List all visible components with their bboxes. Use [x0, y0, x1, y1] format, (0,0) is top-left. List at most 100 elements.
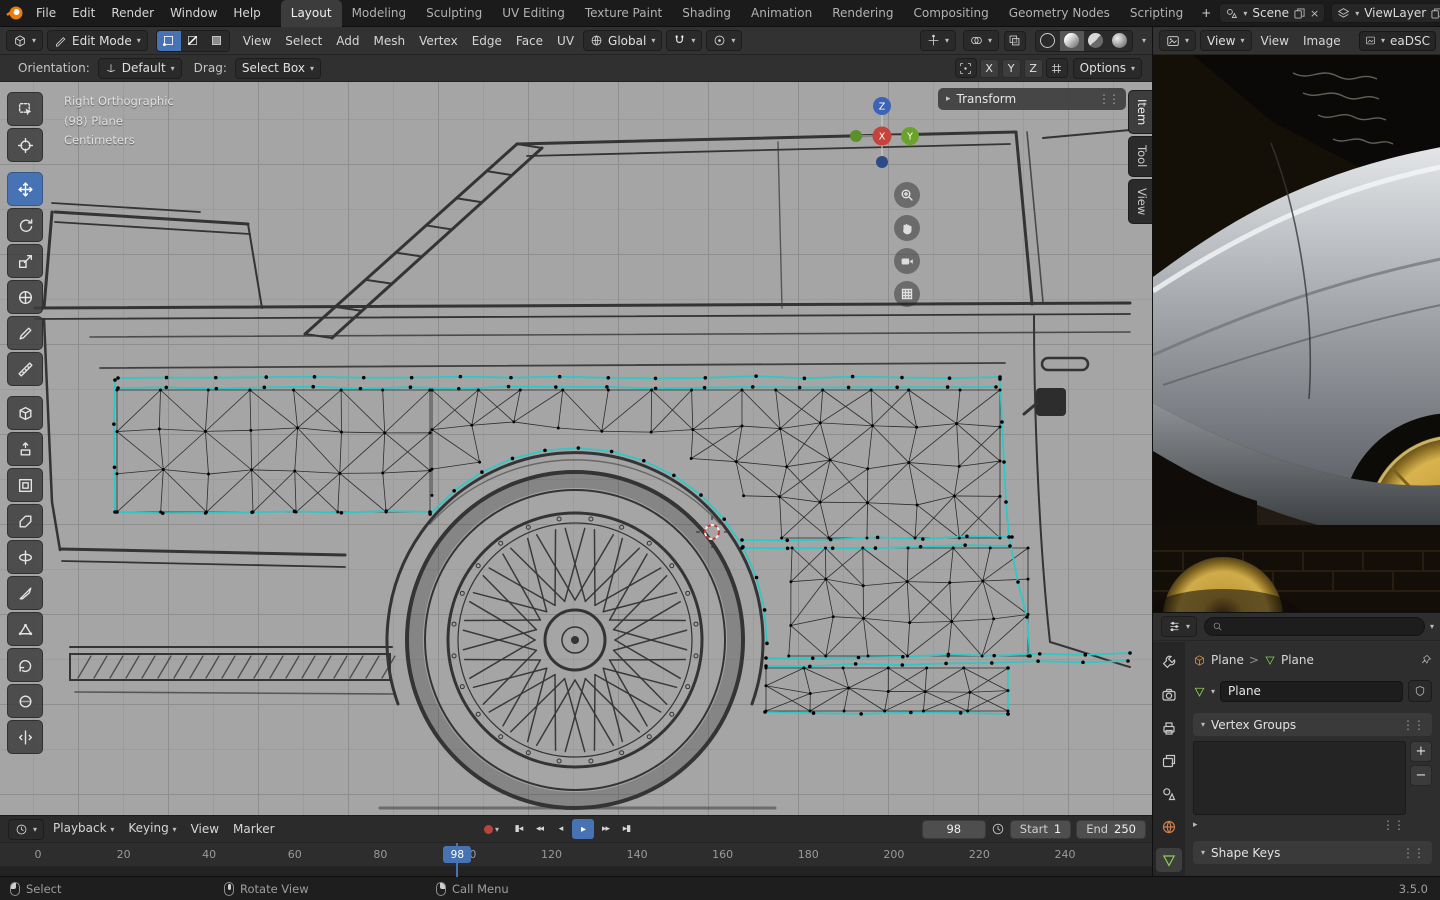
tool-measure-button[interactable]	[7, 352, 43, 386]
shading-solid-button[interactable]	[1060, 31, 1084, 51]
mode-selector[interactable]: Edit Mode ▾	[47, 30, 148, 51]
tool-annotate-button[interactable]	[7, 316, 43, 350]
shading-dropdown-icon[interactable]: ▾	[1142, 36, 1146, 45]
menu-uv[interactable]: UV	[550, 28, 581, 54]
axis-z-neg-ball[interactable]	[876, 156, 888, 168]
zoom-icon[interactable]	[894, 182, 920, 208]
properties-tab-object-data[interactable]	[1156, 848, 1182, 872]
image-datablock-selector[interactable]: ▾ eaDSC	[1359, 31, 1436, 51]
properties-tab-scene[interactable]	[1156, 782, 1182, 806]
start-frame-field[interactable]: Start1	[1010, 820, 1071, 839]
blender-logo-icon[interactable]	[6, 4, 24, 22]
workspace-tab-sculpting[interactable]: Sculpting	[416, 0, 492, 27]
workspace-tab-rendering[interactable]: Rendering	[822, 0, 903, 27]
select-mode-edge-button[interactable]	[181, 31, 205, 51]
properties-search-input[interactable]	[1204, 617, 1425, 636]
menu-help[interactable]: Help	[225, 0, 268, 26]
workspace-tab-scripting[interactable]: Scripting	[1120, 0, 1193, 27]
tool-knife-button[interactable]	[7, 576, 43, 610]
next-keyframe-button[interactable]: ▸▸	[596, 819, 615, 839]
mesh-name-field[interactable]: Plane	[1220, 681, 1403, 702]
properties-tab-output[interactable]	[1156, 716, 1182, 740]
copy-icon[interactable]	[1294, 8, 1305, 19]
snap-settings-icon[interactable]	[1046, 58, 1068, 78]
pin-icon[interactable]	[1420, 654, 1432, 666]
current-frame-badge[interactable]: 98	[443, 846, 471, 863]
tool-edge-slide-button[interactable]	[7, 720, 43, 754]
workspace-tab-modeling[interactable]: Modeling	[342, 0, 417, 27]
grid-toggle-icon[interactable]	[894, 281, 920, 307]
n-panel-tab-item[interactable]: Item	[1128, 90, 1152, 134]
menu-timeline-view[interactable]: View	[184, 816, 226, 842]
shading-material-button[interactable]	[1084, 31, 1108, 51]
tool-move-button[interactable]	[7, 172, 43, 206]
use-preview-range-icon[interactable]	[991, 822, 1005, 836]
select-mode-face-button[interactable]	[205, 31, 229, 51]
workspace-tab-geometry-nodes[interactable]: Geometry Nodes	[999, 0, 1120, 27]
menu-keying[interactable]: Keying ▾	[121, 815, 183, 843]
menu-select[interactable]: Select	[278, 28, 329, 54]
editor-type-button[interactable]: ▾	[6, 30, 43, 51]
workspace-tab-shading[interactable]: Shading	[672, 0, 741, 27]
workspace-tab-uv-editing[interactable]: UV Editing	[492, 0, 575, 27]
overlays-dropdown[interactable]: ▾	[963, 30, 999, 51]
add-vertex-group-button[interactable]: +	[1410, 741, 1432, 762]
options-dropdown[interactable]: Options ▾	[1073, 58, 1142, 79]
tool-extrude-button[interactable]	[7, 432, 43, 466]
axis-y-button[interactable]: Y	[1002, 59, 1021, 78]
image-editor-type-button[interactable]: ▾	[1159, 30, 1196, 51]
navigation-gizmo[interactable]: Z X Y	[836, 90, 928, 182]
tool-loop-cut-button[interactable]	[7, 540, 43, 574]
tool-transform-button[interactable]	[7, 280, 43, 314]
vertex-groups-section-header[interactable]: ▾ Vertex Groups ⋮⋮	[1193, 713, 1432, 736]
menu-add[interactable]: Add	[329, 28, 366, 54]
menu-window[interactable]: Window	[162, 0, 225, 26]
scene-selector[interactable]: ▾ Scene ×	[1219, 3, 1325, 23]
transform-panel-header[interactable]: ▸ Transform ⋮⋮	[938, 88, 1126, 110]
timeline-editor-type-button[interactable]: ▾	[8, 819, 44, 840]
unlink-icon[interactable]: ×	[1310, 8, 1319, 19]
axis-x-button[interactable]: X	[980, 59, 999, 78]
menu-edge[interactable]: Edge	[465, 28, 509, 54]
viewlayer-selector[interactable]: ▾ ViewLayer ×	[1331, 3, 1440, 23]
menu-face[interactable]: Face	[509, 28, 550, 54]
prev-keyframe-button[interactable]: ◂◂	[530, 819, 549, 839]
menu-image-view[interactable]: View	[1254, 28, 1296, 54]
workspace-tab-compositing[interactable]: Compositing	[903, 0, 998, 27]
properties-tab-world[interactable]	[1156, 815, 1182, 839]
menu-edit[interactable]: Edit	[64, 0, 103, 26]
menu-playback[interactable]: Playback ▾	[46, 815, 121, 843]
resize-grip-icon[interactable]: ⋮⋮	[1382, 818, 1404, 832]
workspace-tab-texture-paint[interactable]: Texture Paint	[575, 0, 672, 27]
shading-rendered-button[interactable]	[1108, 31, 1132, 51]
menu-image-image[interactable]: Image	[1296, 28, 1348, 54]
tool-add-cube-button[interactable]	[7, 396, 43, 430]
properties-tab-tool[interactable]	[1156, 650, 1182, 674]
chevron-down-icon[interactable]: ▾	[1211, 687, 1215, 696]
orientation-dropdown[interactable]: Default ▾	[98, 58, 182, 79]
viewport-3d[interactable]: Right Orthographic (98) Plane Centimeter…	[0, 82, 1152, 815]
axis-y-neg-ball[interactable]	[850, 130, 862, 142]
proportional-editing-toggle[interactable]: ▾	[706, 30, 742, 51]
timeline-track[interactable]	[0, 867, 1152, 876]
tool-cursor-button[interactable]	[7, 128, 43, 162]
end-frame-field[interactable]: End250	[1076, 820, 1146, 839]
properties-tab-view-layer[interactable]	[1156, 749, 1182, 773]
tool-scale-button[interactable]	[7, 244, 43, 278]
menu-mesh[interactable]: Mesh	[367, 28, 413, 54]
image-mode-selector[interactable]: View ▾	[1200, 30, 1252, 51]
snap-toggle[interactable]: ▾	[666, 30, 702, 51]
jump-to-start-button[interactable]: ▮◂	[509, 819, 528, 839]
remove-vertex-group-button[interactable]: −	[1410, 765, 1432, 786]
tool-poly-build-button[interactable]	[7, 612, 43, 646]
pan-hand-icon[interactable]	[894, 215, 920, 241]
tool-bevel-button[interactable]	[7, 504, 43, 538]
timeline-ruler[interactable]: 020406080100120140160180200220240	[0, 843, 1152, 867]
play-reverse-button[interactable]: ◂	[551, 819, 570, 839]
shading-wireframe-button[interactable]	[1036, 31, 1060, 51]
fake-user-button[interactable]	[1408, 680, 1432, 702]
menu-view[interactable]: View	[236, 28, 278, 54]
select-mode-vertex-button[interactable]	[157, 31, 181, 51]
axis-z-button[interactable]: Z	[1024, 59, 1043, 78]
specials-menu-icon[interactable]: ▸	[1193, 820, 1198, 830]
